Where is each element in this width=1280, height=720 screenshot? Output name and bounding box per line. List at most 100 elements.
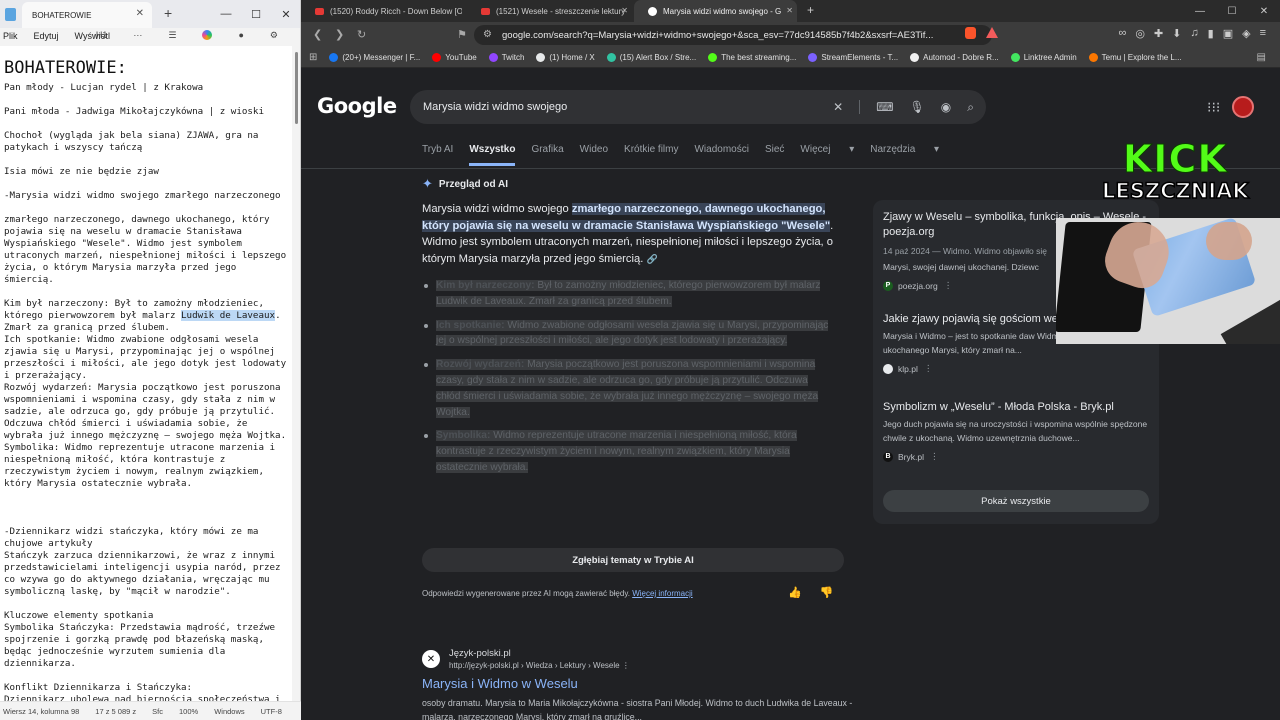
source-title[interactable]: Symbolizm w „Weselu” - Młoda Polska - Br… <box>883 400 1153 415</box>
bookmark-youtube[interactable]: YouTube <box>432 53 477 62</box>
document-line: Dziennikarz ubolewa nad biernością społe… <box>4 694 281 701</box>
more-vert-icon[interactable]: ⋮ <box>944 280 953 291</box>
thumbs-down-icon[interactable]: 👎 <box>820 586 834 599</box>
settings-gear-icon[interactable]: ⚙ <box>270 30 278 41</box>
back-icon[interactable]: ❮ <box>313 28 322 41</box>
keyboard-icon[interactable]: ⌨ <box>876 100 893 115</box>
lens-icon[interactable]: ◉ <box>941 100 951 115</box>
line-text: . <box>275 310 281 321</box>
list-icon[interactable]: ☰ <box>168 30 176 41</box>
close-tab-icon[interactable]: ✕ <box>136 8 144 19</box>
link-icon[interactable]: 🔗 <box>646 254 657 264</box>
apps-grid-icon[interactable]: ⊞ <box>309 52 317 63</box>
search-query: Marysia widzi widmo swojego <box>423 101 568 113</box>
selected-text[interactable]: Ludwik de Laveaux <box>181 310 276 321</box>
close-window-icon[interactable]: ✕ <box>1248 0 1280 22</box>
browser-tab-2[interactable]: (1521) Wesele - streszczenie lektury ✕ <box>467 0 632 22</box>
forward-icon[interactable]: ❯ <box>335 28 344 41</box>
result-snippet: osoby dramatu. Marysia to Maria Mikołajc… <box>422 698 853 720</box>
music-icon[interactable]: ♫ <box>1190 27 1198 40</box>
brave-rewards-icon[interactable] <box>986 27 998 38</box>
extension-icon[interactable]: ◎ <box>1135 27 1145 40</box>
all-bookmarks-icon[interactable]: ▤ <box>1257 52 1266 63</box>
more-options-icon[interactable]: ··· <box>133 30 142 41</box>
disclaimer-text: Odpowiedzi wygenerowane przez AI mogą za… <box>422 589 630 598</box>
wallet-icon[interactable]: ▣ <box>1223 27 1233 40</box>
bookmark-automod[interactable]: Automod - Dobre R... <box>910 53 999 62</box>
maximize-icon[interactable]: ☐ <box>1216 0 1248 22</box>
menu-file[interactable]: Plik <box>3 31 18 41</box>
reload-icon[interactable]: ↻ <box>357 28 366 41</box>
google-logo[interactable]: Google <box>317 94 397 118</box>
google-apps-icon[interactable]: ⁝⁝⁝ <box>1207 99 1220 116</box>
show-all-button[interactable]: Pokaż wszystkie <box>883 490 1149 512</box>
list-item-label: Rozwój wydarzeń: <box>436 359 525 371</box>
heading-select[interactable]: H1 <box>96 30 108 41</box>
address-bar[interactable]: ⚙ google.com/search?q=Marysia+widzi+widm… <box>474 25 992 45</box>
new-tab-icon[interactable]: + <box>164 5 172 21</box>
bookmark-twitch[interactable]: Twitch <box>488 53 525 62</box>
vpn-icon[interactable]: ∞ <box>1119 27 1127 40</box>
browser-tab-1[interactable]: (1520) Roddy Ricch - Down Below [O <box>301 0 467 22</box>
brave-shields-icon[interactable] <box>965 27 976 39</box>
tab-videos[interactable]: Wideo <box>580 144 608 166</box>
bookmark-icon[interactable]: ⚑ <box>457 28 467 41</box>
minimize-icon[interactable]: — <box>211 0 241 28</box>
more-info-link[interactable]: Więcej informacji <box>632 589 692 598</box>
tab-images[interactable]: Grafika <box>531 144 563 166</box>
menu-icon[interactable]: ≡ <box>1260 27 1266 40</box>
scrollbar-thumb[interactable] <box>295 52 298 124</box>
result-site-name[interactable]: Język-polski.pl <box>449 648 511 659</box>
tab-ai-mode[interactable]: Tryb AI <box>422 144 453 166</box>
zoom-level: 100% <box>179 706 199 716</box>
tab-more[interactable]: Więcej ▾ <box>800 144 854 166</box>
notepad-scrollbar[interactable] <box>294 46 300 701</box>
explore-ai-mode-button[interactable]: Zgłębiaj tematy w Trybie AI <box>422 548 844 572</box>
search-icon[interactable]: ⌕ <box>967 100 974 115</box>
result-url: http://język-polski.pl › Wiedza › Lektur… <box>449 661 620 670</box>
bookmark-temu[interactable]: Temu | Explore the L... <box>1088 53 1182 62</box>
download-icon[interactable]: ⬇ <box>1172 27 1181 40</box>
more-vert-icon[interactable]: ⋮ <box>930 451 939 462</box>
avatar[interactable] <box>1232 96 1254 118</box>
more-vert-icon[interactable]: ⋮ <box>622 661 630 670</box>
tab-short-videos[interactable]: Krótkie filmy <box>624 144 678 166</box>
sidebar-icon[interactable]: ▮ <box>1208 27 1214 40</box>
bookmark-kick[interactable]: The best streaming... <box>708 53 796 62</box>
bookmark-linktree[interactable]: Linktree Admin <box>1010 53 1077 62</box>
search-input[interactable]: Marysia widzi widmo swojego ✕ ⌨ 🎙 ◉ ⌕ <box>410 90 986 124</box>
tab-all[interactable]: Wszystko <box>469 144 516 166</box>
tab-web[interactable]: Sieć <box>765 144 784 166</box>
clear-icon[interactable]: ✕ <box>833 100 843 115</box>
browser-tab-active[interactable]: Marysia widzi widmo swojego - G ✕ <box>634 0 797 22</box>
tab-title: Marysia widzi widmo swojego - G <box>663 6 782 16</box>
source-card[interactable]: Symbolizm w „Weselu” - Młoda Polska - Br… <box>883 400 1153 462</box>
site-settings-icon[interactable]: ⚙ <box>483 29 492 40</box>
copilot-icon[interactable] <box>202 30 213 40</box>
bookmark-alertbox[interactable]: (15) Alert Box / Stre... <box>606 53 696 62</box>
bookmark-x[interactable]: (1) Home / X <box>536 53 595 62</box>
close-tab-icon[interactable]: ✕ <box>786 6 793 15</box>
new-tab-icon[interactable]: + <box>807 3 814 17</box>
bookmark-streamelements[interactable]: StreamElements - T... <box>808 53 898 62</box>
close-tab-icon[interactable]: ✕ <box>621 6 628 15</box>
microphone-icon[interactable]: 🎙 <box>910 100 925 115</box>
tab-news[interactable]: Wiadomości <box>694 144 748 166</box>
minimize-icon[interactable]: — <box>1184 0 1216 22</box>
tab-tools[interactable]: Narzędzia ▾ <box>870 144 939 166</box>
result-title-link[interactable]: Marysia i Widmo w Weselu <box>422 676 578 691</box>
close-window-icon[interactable]: ✕ <box>271 0 301 28</box>
notepad-tab[interactable]: BOHATEROWIE ✕ <box>22 2 152 28</box>
profile-shield-icon[interactable]: ◈ <box>1242 27 1250 40</box>
puzzle-icon[interactable]: ✚ <box>1154 27 1163 40</box>
more-vert-icon[interactable]: ⋮ <box>924 363 933 374</box>
menu-edit[interactable]: Edytuj <box>34 31 59 41</box>
bookmark-label: Twitch <box>501 53 525 62</box>
notepad-editor[interactable]: BOHATEROWIE: Pan młody - Lucjan rydel | … <box>0 46 292 701</box>
thumbs-up-icon[interactable]: 👍 <box>788 586 802 599</box>
maximize-icon[interactable]: ☐ <box>241 0 271 28</box>
account-icon[interactable]: ● <box>238 30 243 41</box>
bookmark-messenger[interactable]: (20+) Messenger | F... <box>329 53 420 62</box>
